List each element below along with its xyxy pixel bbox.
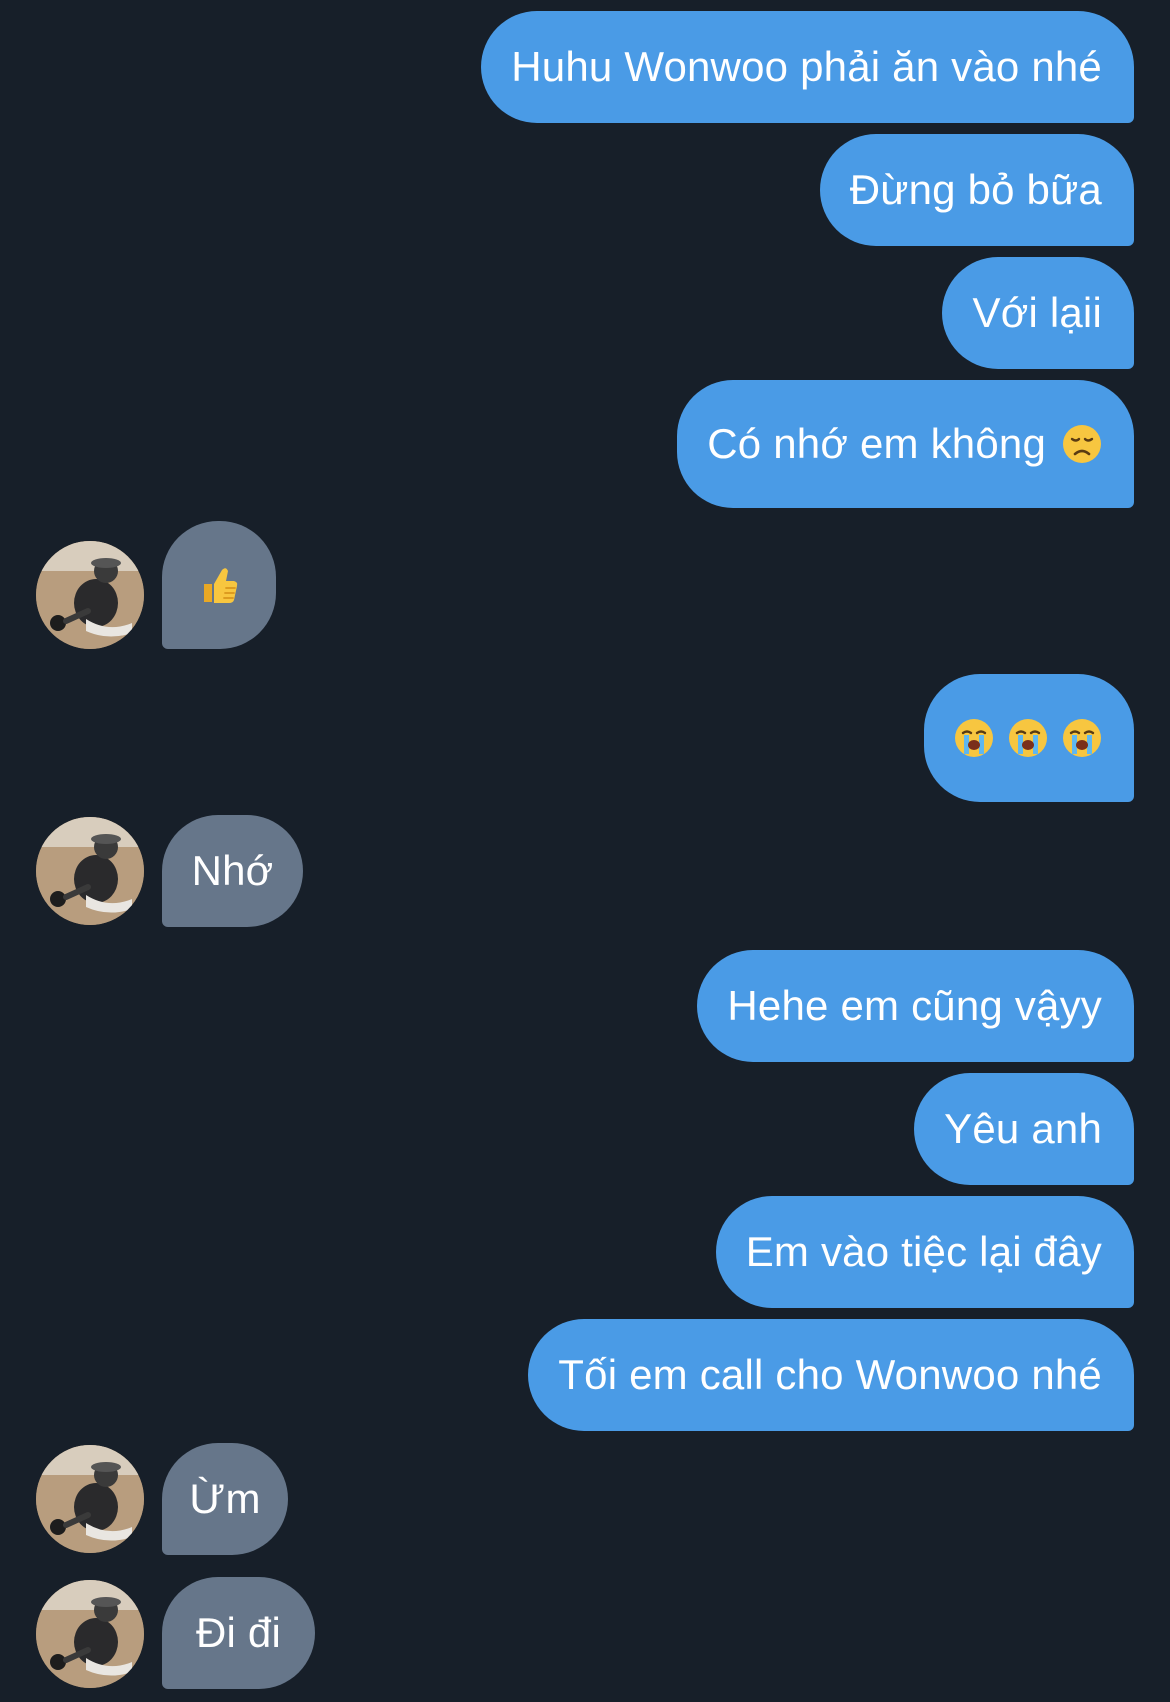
emoji-group bbox=[954, 718, 1102, 758]
loudly-crying-face-icon bbox=[954, 718, 994, 758]
outgoing-message-bubble[interactable]: Với lạii bbox=[942, 257, 1134, 369]
message-text: Đừng bỏ bữa bbox=[849, 166, 1102, 213]
incoming-message-bubble[interactable] bbox=[162, 521, 276, 649]
contact-avatar[interactable] bbox=[36, 1445, 144, 1553]
message-text: Huhu Wonwoo phải ăn vào nhé bbox=[511, 43, 1102, 90]
incoming-message-bubble[interactable]: Nhớ bbox=[162, 815, 303, 927]
loudly-crying-face-icon bbox=[1062, 718, 1102, 758]
incoming-message-bubble[interactable]: Đi đi bbox=[162, 1577, 315, 1689]
message-text: Em vào tiệc lại đây bbox=[745, 1228, 1102, 1275]
thumbs-up-icon bbox=[196, 562, 242, 608]
outgoing-message-bubble[interactable]: Huhu Wonwoo phải ăn vào nhé bbox=[481, 11, 1134, 123]
chat-thread: Huhu Wonwoo phải ăn vào nhé Đừng bỏ bữa … bbox=[0, 0, 1170, 1702]
message-text: Hehe em cũng vậyy bbox=[727, 982, 1102, 1029]
incoming-message-bubble[interactable]: Ừm bbox=[162, 1443, 288, 1555]
contact-avatar[interactable] bbox=[36, 1580, 144, 1688]
outgoing-message-bubble[interactable] bbox=[924, 674, 1134, 802]
outgoing-message-bubble[interactable]: Yêu anh bbox=[914, 1073, 1134, 1185]
message-text: Với lạii bbox=[972, 289, 1102, 336]
loudly-crying-face-icon bbox=[1008, 718, 1048, 758]
contact-avatar[interactable] bbox=[36, 817, 144, 925]
message-text: Yêu anh bbox=[944, 1105, 1102, 1152]
contact-avatar[interactable] bbox=[36, 541, 144, 649]
outgoing-message-bubble[interactable]: Có nhớ em không bbox=[677, 380, 1134, 508]
outgoing-message-bubble[interactable]: Đừng bỏ bữa bbox=[819, 134, 1134, 246]
outgoing-message-bubble[interactable]: Em vào tiệc lại đây bbox=[715, 1196, 1134, 1308]
message-text: Đi đi bbox=[195, 1609, 282, 1656]
message-text: Tối em call cho Wonwoo nhé bbox=[558, 1351, 1102, 1398]
outgoing-message-bubble[interactable]: Hehe em cũng vậyy bbox=[697, 950, 1134, 1062]
message-text: Có nhớ em không bbox=[707, 420, 1046, 467]
disappointed-face-icon bbox=[1062, 424, 1102, 464]
outgoing-message-bubble[interactable]: Tối em call cho Wonwoo nhé bbox=[528, 1319, 1134, 1431]
message-text: Ừm bbox=[189, 1475, 261, 1522]
message-text: Nhớ bbox=[191, 847, 274, 894]
